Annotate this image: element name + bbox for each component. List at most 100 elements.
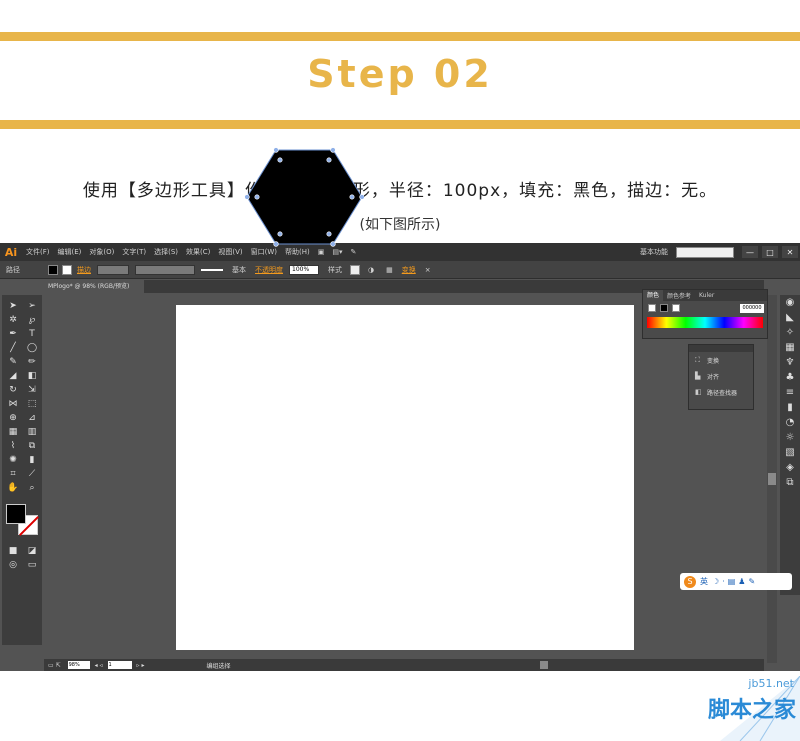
- status-icon[interactable]: ▭ ⇱: [44, 662, 65, 669]
- align-panel-item[interactable]: ▙ 对齐: [689, 368, 753, 384]
- eraser-tool-icon[interactable]: ◧: [23, 369, 41, 382]
- align-options-icon[interactable]: ▦: [380, 266, 399, 274]
- ellipse-tool-icon[interactable]: ◯: [23, 341, 41, 354]
- perspective-grid-tool-icon[interactable]: ⊿: [23, 411, 41, 424]
- symbols-icon[interactable]: ♣: [780, 370, 800, 385]
- anchor-point[interactable]: [359, 194, 364, 200]
- white-swatch[interactable]: [672, 304, 680, 312]
- sync-icon[interactable]: ✎: [347, 248, 361, 256]
- scale-tool-icon[interactable]: ⇲: [23, 383, 41, 396]
- fill-black-swatch[interactable]: [660, 304, 668, 312]
- vertical-scrollbar[interactable]: [767, 295, 777, 663]
- pencil-tool-icon[interactable]: ✏: [23, 355, 41, 368]
- isolate-icon[interactable]: ⨯: [419, 266, 437, 274]
- menu-window[interactable]: 窗口(W): [247, 247, 281, 257]
- artboard-nav-next-icon[interactable]: ▹ ▸: [135, 662, 147, 669]
- magic-wand-tool-icon[interactable]: ✲: [4, 313, 22, 326]
- mesh-tool-icon[interactable]: ▦: [4, 425, 22, 438]
- recolor-icon[interactable]: ◑: [362, 266, 380, 274]
- menu-effect[interactable]: 效果(C): [182, 247, 214, 257]
- help-search-input[interactable]: [676, 246, 734, 258]
- opacity-link[interactable]: 不透明度: [252, 265, 286, 275]
- pen-tool-icon[interactable]: ✒: [4, 327, 22, 340]
- none-mode-icon[interactable]: ◪: [23, 544, 41, 557]
- pathfinder-panel-item[interactable]: ◧ 路径查找器: [689, 384, 753, 400]
- ime-tools-icons[interactable]: ☽·▤♟✎: [712, 577, 758, 586]
- maximize-button[interactable]: □: [762, 246, 778, 258]
- anchor-point[interactable]: [330, 241, 336, 247]
- bridge-icon[interactable]: ▣: [314, 248, 329, 256]
- graphic-styles-icon[interactable]: ▧: [780, 445, 800, 460]
- free-transform-tool-icon[interactable]: ⬚: [23, 397, 41, 410]
- gradient-panel-icon[interactable]: ▮: [780, 400, 800, 415]
- artboard-number-field[interactable]: 1: [107, 661, 132, 669]
- tab-kuler[interactable]: Kuler: [695, 292, 718, 299]
- style-swatch[interactable]: [350, 264, 360, 275]
- arrange-documents-icon[interactable]: ▤▾: [328, 248, 346, 256]
- layers-icon[interactable]: ◈: [780, 460, 800, 475]
- fill-swatch[interactable]: [48, 264, 58, 275]
- direct-selection-tool-icon[interactable]: ➢: [23, 299, 41, 312]
- shape-builder-tool-icon[interactable]: ⊕: [4, 411, 22, 424]
- hexagon-shape[interactable]: [244, 146, 364, 248]
- artboard-nav-prev-icon[interactable]: ◂ ◃: [93, 662, 105, 669]
- horizontal-scroll-thumb[interactable]: [540, 661, 548, 669]
- hexagon-path[interactable]: [246, 149, 363, 245]
- anchor-point[interactable]: [330, 147, 336, 153]
- close-button[interactable]: ✕: [782, 246, 798, 258]
- blend-tool-icon[interactable]: ⧉: [23, 439, 41, 452]
- document-tab[interactable]: MPlogo* @ 98% (RGB/预览): [44, 280, 144, 293]
- column-graph-tool-icon[interactable]: ▮: [23, 453, 41, 466]
- artboard[interactable]: [176, 305, 634, 650]
- stroke-weight-field[interactable]: [97, 264, 129, 275]
- zoom-field[interactable]: 98%: [67, 661, 90, 669]
- anchor-point[interactable]: [273, 147, 279, 153]
- eyedropper-tool-icon[interactable]: ⌇: [4, 439, 22, 452]
- hex-color-field[interactable]: 000000: [740, 303, 764, 313]
- swatches-icon[interactable]: ▦: [780, 340, 800, 355]
- lasso-tool-icon[interactable]: ℘: [23, 313, 41, 326]
- workspace-switcher[interactable]: 基本功能: [632, 247, 676, 257]
- slice-tool-icon[interactable]: ⟋: [23, 467, 41, 480]
- menu-edit[interactable]: 编辑(E): [54, 247, 86, 257]
- tab-color-guide[interactable]: 颜色参考: [663, 291, 695, 300]
- stroke-link[interactable]: 描边: [74, 265, 94, 275]
- selection-tool-icon[interactable]: ➤: [4, 299, 22, 312]
- zoom-tool-icon[interactable]: ⌕: [23, 481, 41, 494]
- menu-type[interactable]: 文字(T): [118, 247, 150, 257]
- paintbrush-tool-icon[interactable]: ✎: [4, 355, 22, 368]
- menu-select[interactable]: 选择(S): [150, 247, 182, 257]
- tab-color[interactable]: 颜色: [643, 290, 664, 301]
- minimize-button[interactable]: —: [742, 246, 758, 258]
- stroke-swatch[interactable]: [62, 264, 72, 275]
- gradient-tool-icon[interactable]: ▥: [23, 425, 41, 438]
- rotate-tool-icon[interactable]: ↻: [4, 383, 22, 396]
- brushes-icon[interactable]: ♆: [780, 355, 800, 370]
- transform-link[interactable]: 变换: [399, 265, 419, 275]
- vertical-scroll-thumb[interactable]: [768, 473, 776, 485]
- variable-width-field[interactable]: [135, 264, 195, 275]
- fill-stroke-control[interactable]: [5, 502, 39, 536]
- menu-help[interactable]: 帮助(H): [281, 247, 314, 257]
- color-spectrum[interactable]: [647, 317, 763, 328]
- width-tool-icon[interactable]: ⋈: [4, 397, 22, 410]
- fill-black-icon[interactable]: [6, 504, 26, 524]
- stroke-panel-icon[interactable]: ≡: [780, 385, 800, 400]
- ime-language-label[interactable]: 英: [700, 576, 708, 587]
- menu-file[interactable]: 文件(F): [22, 247, 54, 257]
- screen-mode-icon[interactable]: ▭: [23, 558, 41, 571]
- menu-view[interactable]: 视图(V): [214, 247, 246, 257]
- brush-definition-label[interactable]: 基本: [226, 265, 252, 275]
- anchor-point[interactable]: [273, 241, 279, 247]
- color-guide-icon[interactable]: ◣: [780, 310, 800, 325]
- anchor-point[interactable]: [244, 194, 250, 200]
- blob-brush-tool-icon[interactable]: ◢: [4, 369, 22, 382]
- transform-panel-item[interactable]: ⛶ 变换: [689, 352, 753, 368]
- symbol-sprayer-tool-icon[interactable]: ✺: [4, 453, 22, 466]
- color-mode-icon[interactable]: ■: [4, 544, 22, 557]
- menu-object[interactable]: 对象(O): [85, 247, 118, 257]
- artboards-icon[interactable]: ⧉: [780, 475, 800, 490]
- stroke-none-swatch[interactable]: [648, 304, 656, 312]
- type-tool-icon[interactable]: T: [23, 327, 41, 340]
- artboard-tool-icon[interactable]: ⌗: [4, 467, 22, 480]
